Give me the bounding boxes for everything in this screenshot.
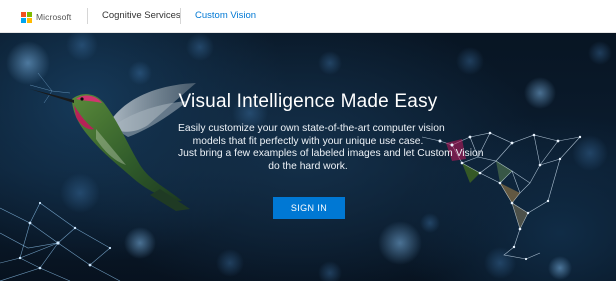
logo-square-red xyxy=(21,11,26,17)
top-navigation-bar: Microsoft Cognitive Services Custom Visi… xyxy=(0,0,616,33)
network-mesh-left xyxy=(0,202,121,281)
hero-description-line: models that fit perfectly with your uniq… xyxy=(192,135,424,147)
hero-description-line: Easily customize your own state-of-the-a… xyxy=(178,123,445,134)
nav-divider xyxy=(180,8,181,24)
logo-square-yellow xyxy=(27,17,32,23)
hero-banner: Visual Intelligence Made Easy Easily cus… xyxy=(0,33,616,281)
hero-description-line: Just bring a few examples of labeled ima… xyxy=(178,148,484,160)
hero-description: Easily customize your own state-of-the-a… xyxy=(178,123,484,173)
nav-link-cognitive-services[interactable]: Cognitive Services xyxy=(102,10,181,21)
logo-square-blue xyxy=(21,17,26,23)
microsoft-logo-link[interactable]: Microsoft xyxy=(21,11,71,23)
logo-square-green xyxy=(27,11,32,17)
hero-title: Visual Intelligence Made Easy xyxy=(178,91,438,112)
microsoft-wordmark: Microsoft xyxy=(36,12,72,22)
microsoft-logo-icon xyxy=(21,11,32,23)
nav-divider xyxy=(87,8,88,24)
hero-description-line: do the hard work. xyxy=(268,160,348,172)
sign-in-button[interactable]: SIGN IN xyxy=(273,197,345,219)
nav-link-custom-vision[interactable]: Custom Vision xyxy=(195,10,256,21)
